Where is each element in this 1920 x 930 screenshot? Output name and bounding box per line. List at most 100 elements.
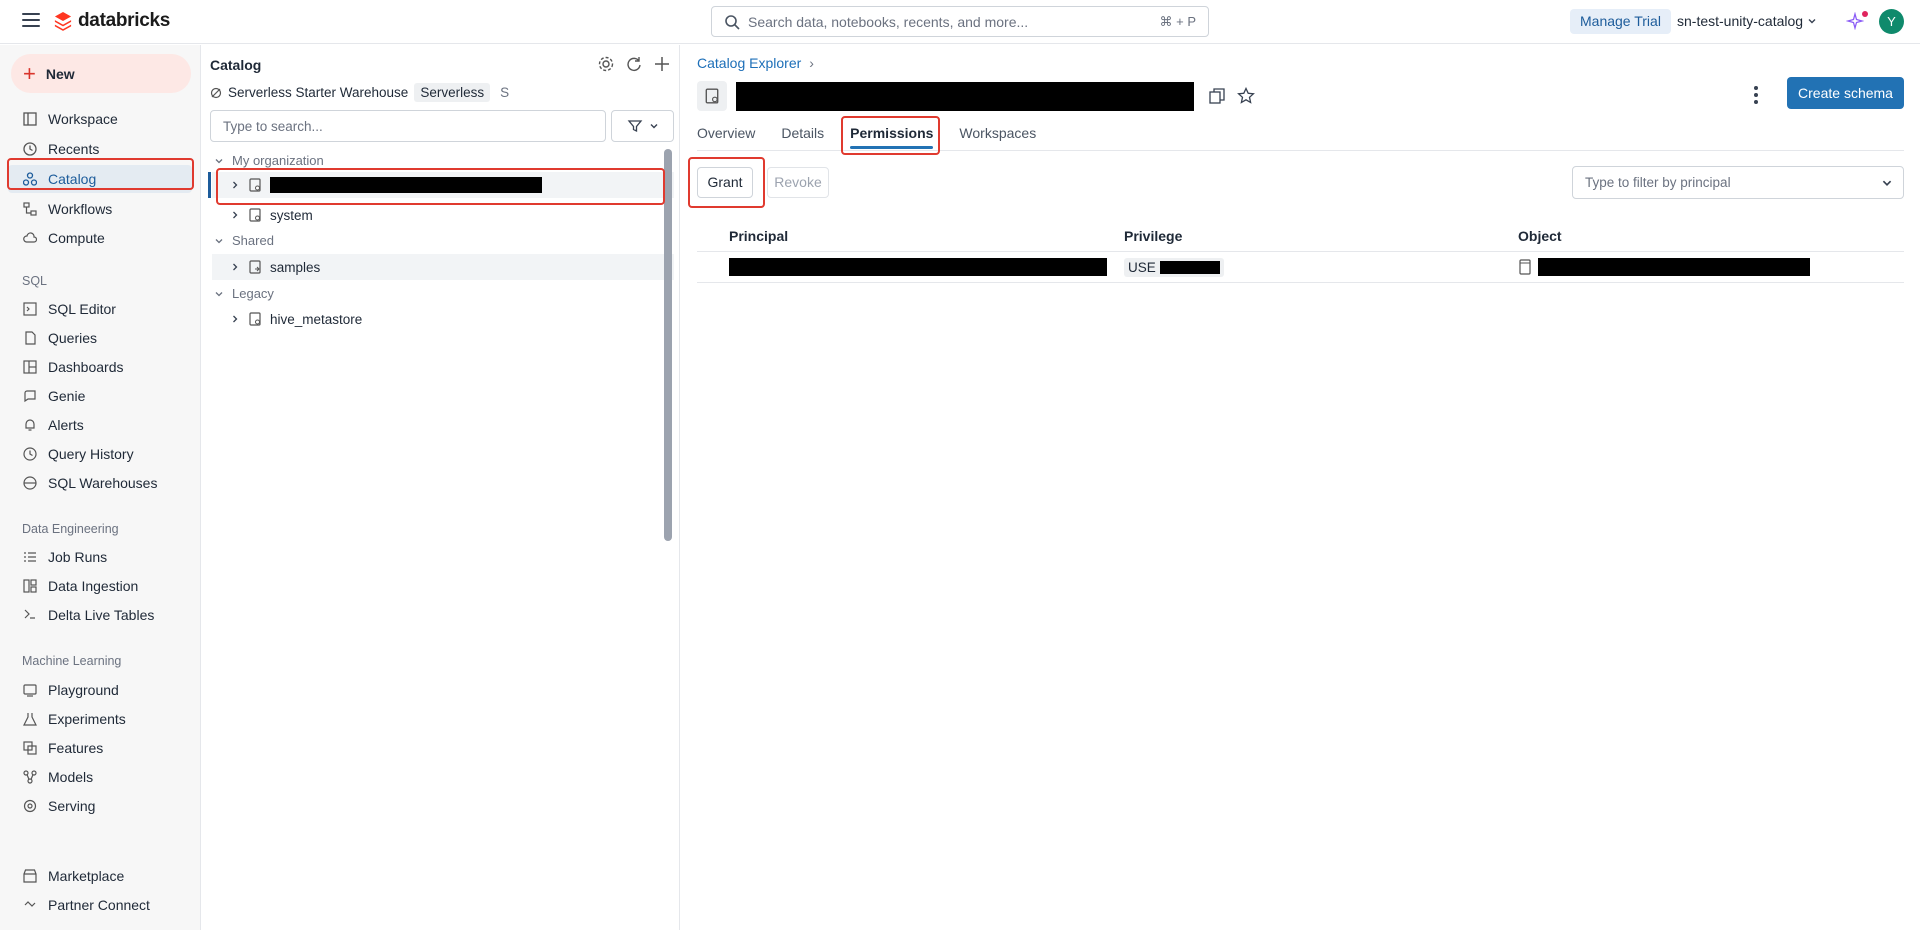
nav-workspace[interactable]: Workspace [8,105,192,133]
tab-details[interactable]: Details [781,123,824,153]
nav-delta-live-tables[interactable]: Delta Live Tables [8,601,192,629]
catalog-scrollbar[interactable] [664,149,672,541]
nav-label: Experiments [48,711,126,727]
nav-queries[interactable]: Queries [8,324,192,352]
chevron-down-icon [215,238,223,243]
chevron-down-icon [1882,180,1892,186]
copy-icon[interactable] [1209,88,1225,104]
catalog-panel-actions [597,55,671,73]
global-search-input[interactable]: Search data, notebooks, recents, and mor… [711,6,1209,37]
nav-recents[interactable]: Recents [8,135,192,163]
new-label: New [45,65,75,82]
nav-marketplace[interactable]: Marketplace [8,862,192,890]
catalog-search-placeholder: Type to search... [223,119,323,134]
chevron-right-icon [233,263,238,271]
tree-group-label: Shared [232,233,274,248]
tree-item-samples[interactable]: samples [212,254,674,280]
playground-icon [22,682,38,698]
warehouse-name: Serverless Starter Warehouse [228,85,409,100]
tree-item-system[interactable]: system [212,202,674,228]
databricks-logo[interactable]: databricks [54,10,170,32]
catalog-icon [22,171,38,187]
nav-label: SQL Editor [48,301,116,317]
principal-filter-placeholder: Type to filter by principal [1585,175,1731,190]
catalog-search-input[interactable]: Type to search... [210,110,606,142]
main-content: Catalog Explorer › Create schema Overvie… [681,45,1920,930]
search-placeholder: Search data, notebooks, recents, and mor… [748,14,1029,30]
create-schema-button[interactable]: Create schema [1787,77,1904,109]
nav-workflows[interactable]: Workflows [8,195,192,223]
sql-editor-icon [22,301,38,317]
nav-catalog[interactable]: Catalog [8,165,192,193]
more-options-icon[interactable] [1752,85,1760,105]
nav-label: Playground [48,682,119,698]
warehouse-selector[interactable]: Serverless Starter Warehouse Serverless … [210,83,509,102]
nav-experiments[interactable]: Experiments [8,705,192,733]
nav-sql-editor[interactable]: SQL Editor [8,295,192,323]
tabs-divider [697,150,1904,151]
nav-alerts[interactable]: Alerts [8,411,192,439]
user-avatar[interactable]: Y [1879,9,1904,34]
refresh-icon[interactable] [625,55,643,73]
revoke-button[interactable]: Revoke [767,167,829,198]
dashboards-icon [22,359,38,375]
privilege-chip: USE [1124,257,1224,277]
top-bar: databricks Search data, notebooks, recen… [0,0,1920,44]
tab-permissions[interactable]: Permissions [850,123,934,153]
star-icon[interactable] [1237,87,1255,105]
table-row[interactable]: USE [697,252,1904,283]
tree-item-redacted-catalog[interactable] [208,172,674,198]
catalog-panel: Catalog Serverless Starter Warehouse Ser… [202,45,680,930]
nav-query-history[interactable]: Query History [8,440,192,468]
nav-section-data-engineering: Data Engineering [22,522,119,536]
tree-group-shared[interactable]: Shared [214,233,274,248]
nav-dashboards[interactable]: Dashboards [8,353,192,381]
catalog-icon [249,208,261,222]
column-header-principal[interactable]: Principal [729,221,788,251]
filter-icon [627,120,642,133]
nav-partner-connect[interactable]: Partner Connect [8,891,192,919]
nav-serving[interactable]: Serving [8,792,192,820]
column-header-privilege[interactable]: Privilege [1124,221,1182,251]
column-header-object[interactable]: Object [1518,221,1562,251]
left-navigation: + New Workspace Recents Catalog Workflow… [0,45,201,930]
nav-genie[interactable]: Genie [8,382,192,410]
nav-compute[interactable]: Compute [8,224,192,252]
history-icon [22,446,38,462]
principal-filter-select[interactable]: Type to filter by principal [1572,166,1904,199]
manage-trial-button[interactable]: Manage Trial [1570,9,1671,34]
models-icon [22,769,38,785]
nav-sql-warehouses[interactable]: SQL Warehouses [8,469,192,497]
tree-group-legacy[interactable]: Legacy [214,286,274,301]
new-button[interactable]: + New [11,54,191,93]
warehouse-icon [22,475,38,491]
chevron-right-icon [233,315,238,323]
tree-item-hive-metastore[interactable]: hive_metastore [212,306,674,332]
plus-icon[interactable] [653,55,671,73]
nav-features[interactable]: Features [8,734,192,762]
tab-overview[interactable]: Overview [697,123,755,153]
redacted-privilege [1159,260,1220,274]
breadcrumb-catalog-explorer[interactable]: Catalog Explorer [697,55,801,71]
queries-icon [22,330,38,346]
redacted-principal [729,258,1107,276]
clock-icon [22,141,38,157]
workspace-selector[interactable]: sn-test-unity-catalog [1677,13,1817,29]
catalog-filter-button[interactable] [611,110,674,142]
grant-button[interactable]: Grant [697,167,753,198]
tree-group-my-organization[interactable]: My organization [214,153,324,168]
nav-label: Catalog [48,171,97,187]
catalog-icon [249,178,261,192]
menu-icon[interactable] [22,13,40,29]
gear-icon[interactable] [597,55,615,73]
nav-playground[interactable]: Playground [8,676,192,704]
databricks-logo-icon [54,12,72,31]
redacted-catalog-name [270,177,542,193]
principal-cell [729,252,1107,282]
nav-job-runs[interactable]: Job Runs [8,543,192,571]
nav-models[interactable]: Models [8,763,192,791]
nav-data-ingestion[interactable]: Data Ingestion [8,572,192,600]
dlt-icon [22,607,38,623]
nav-label: Workflows [48,201,113,217]
tab-workspaces[interactable]: Workspaces [959,123,1036,153]
